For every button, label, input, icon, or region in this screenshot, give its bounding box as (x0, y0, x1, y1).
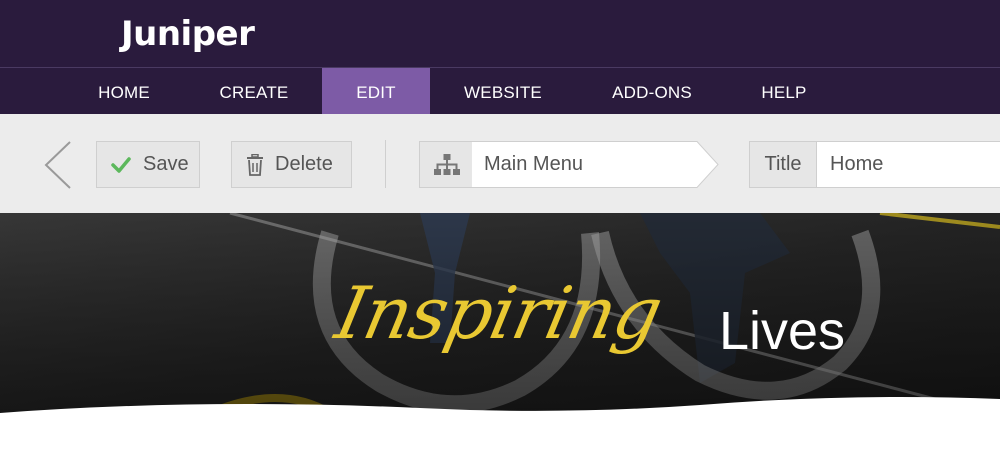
save-label: Save (143, 153, 189, 175)
trash-icon (247, 154, 263, 176)
menu-select-icon-box (419, 141, 471, 188)
menu-select[interactable]: Main Menu (419, 141, 719, 188)
nav-add-ons[interactable]: ADD-ONS (576, 68, 728, 114)
hero-tagline-plain: Lives (719, 301, 846, 361)
title-label: Title (749, 141, 816, 188)
check-icon (111, 157, 131, 173)
hero-banner: Inspiring Lives (0, 213, 1000, 423)
title-input[interactable] (816, 141, 1000, 188)
delete-label: Delete (275, 153, 333, 175)
sitemap-icon (434, 154, 460, 175)
nav-home[interactable]: HOME (62, 68, 186, 114)
chevron-left-icon[interactable] (40, 140, 76, 190)
editor-toolbar: Save Delete Main Menu Title (0, 114, 1000, 213)
nav-help[interactable]: HELP (728, 68, 840, 114)
main-nav: HOME CREATE EDIT WEBSITE ADD-ONS HELP (0, 67, 1000, 114)
juniper-logo[interactable]: Juniper (121, 12, 255, 56)
hero-tagline-script: Inspiring (329, 271, 669, 355)
delete-button[interactable]: Delete (231, 141, 352, 188)
menu-select-value: Main Menu (484, 153, 583, 175)
nav-website[interactable]: WEBSITE (430, 68, 576, 114)
save-button[interactable]: Save (96, 141, 200, 188)
toolbar-divider (385, 140, 386, 188)
content-area (0, 423, 1000, 473)
brand-bar: Juniper (0, 0, 1000, 67)
nav-edit[interactable]: EDIT (322, 68, 430, 114)
nav-create[interactable]: CREATE (186, 68, 322, 114)
